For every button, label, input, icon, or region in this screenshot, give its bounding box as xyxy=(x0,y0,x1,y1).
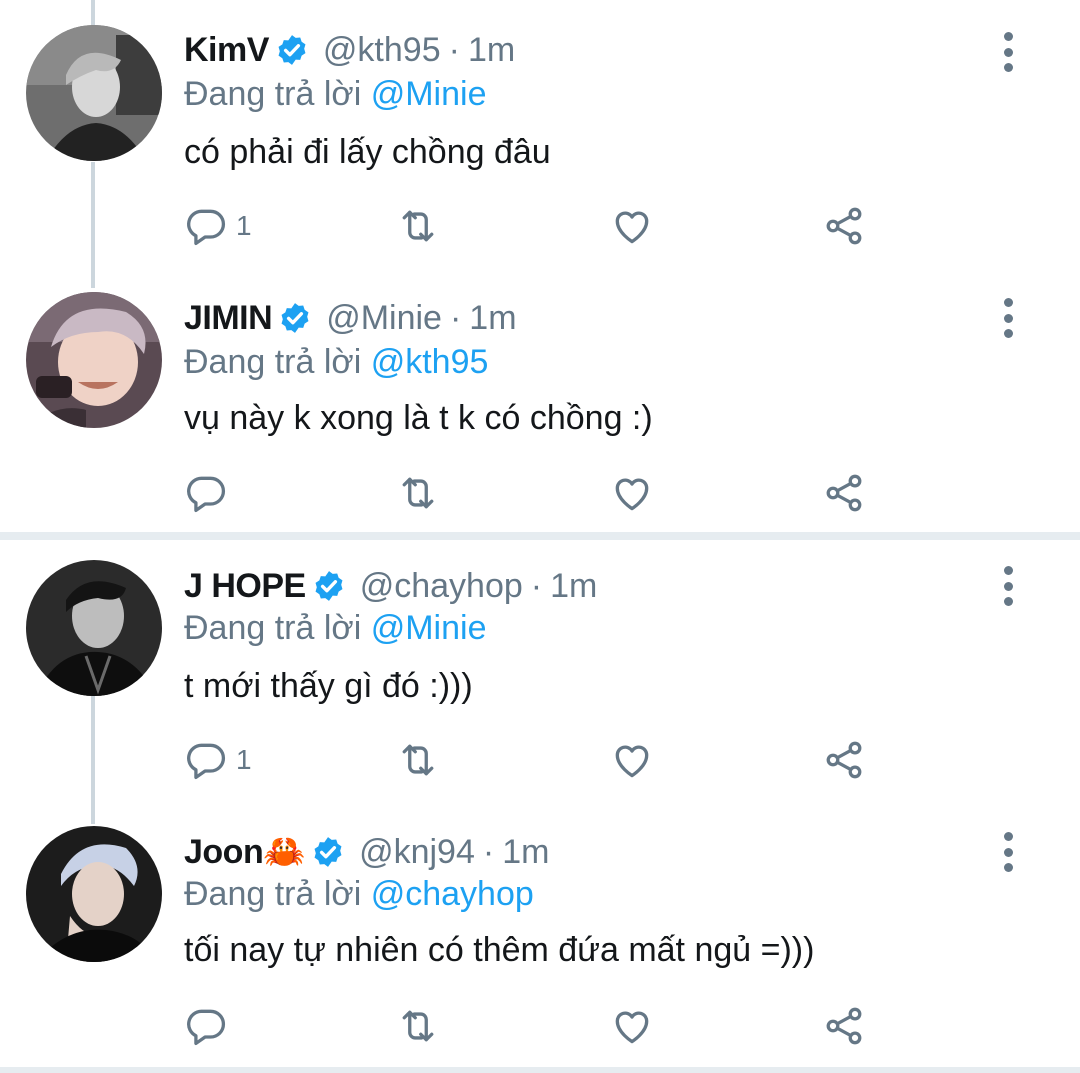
tweet-actions xyxy=(184,469,884,517)
reply-mention-link[interactable]: @kth95 xyxy=(371,343,489,381)
separator-dot: · xyxy=(530,566,543,605)
verified-badge-icon xyxy=(312,569,346,603)
timestamp[interactable]: 1m xyxy=(550,567,597,606)
thread-divider xyxy=(0,532,1080,540)
more-options-icon[interactable] xyxy=(996,32,1020,72)
like-button[interactable] xyxy=(610,736,654,784)
timestamp[interactable]: 1m xyxy=(469,299,516,338)
share-icon xyxy=(822,1004,866,1048)
tweet-actions: 1 xyxy=(184,736,884,784)
display-name[interactable]: J HOPE xyxy=(184,567,306,606)
tweet-kimv[interactable]: KimV @kth95 · 1m Đang trả lời @Minie có … xyxy=(0,0,1080,270)
replying-to: Đang trả lời @Minie xyxy=(184,609,486,648)
tweet-text: vụ này k xong là t k có chồng :) xyxy=(184,399,653,437)
reply-count: 1 xyxy=(236,210,252,241)
tweet-jhope[interactable]: J HOPE @chayhop · 1m Đang trả lời @Minie… xyxy=(0,540,1080,802)
reply-mention-link[interactable]: @Minie xyxy=(371,609,487,647)
replying-to-label: Đang trả lời xyxy=(184,875,362,913)
like-button[interactable] xyxy=(610,202,654,250)
replying-to: Đang trả lời @kth95 xyxy=(184,343,488,382)
reply-count: 1 xyxy=(236,744,252,775)
tweet-jimin[interactable]: JIMIN @Minie · 1m Đang trả lời @kth95 vụ… xyxy=(0,270,1080,532)
display-name[interactable]: KimV xyxy=(184,31,269,70)
thread-divider xyxy=(0,1067,1080,1073)
user-handle[interactable]: @chayhop xyxy=(360,567,523,606)
retweet-button[interactable] xyxy=(396,736,440,784)
reply-icon xyxy=(184,738,228,782)
separator-dot: · xyxy=(448,30,460,69)
replying-to: Đang trả lời @Minie xyxy=(184,75,486,114)
tweet-joon[interactable]: Joon🦀 @knj94 · 1m Đang trả lời @chayhop … xyxy=(0,802,1080,1065)
retweet-button[interactable] xyxy=(396,1002,440,1050)
more-options-icon[interactable] xyxy=(996,566,1020,606)
retweet-icon xyxy=(396,471,440,515)
verified-badge-icon xyxy=(311,835,345,869)
more-options-icon[interactable] xyxy=(996,832,1020,872)
share-button[interactable] xyxy=(822,1002,866,1050)
share-button[interactable] xyxy=(822,736,866,784)
tweet-header: J HOPE @chayhop · 1m xyxy=(184,564,597,608)
avatar[interactable] xyxy=(26,292,162,428)
more-options-icon[interactable] xyxy=(996,298,1020,338)
display-name[interactable]: Joon🦀 xyxy=(184,832,306,872)
retweet-button[interactable] xyxy=(396,202,440,250)
verified-badge-icon xyxy=(275,33,309,67)
display-name[interactable]: JIMIN xyxy=(184,299,273,338)
share-icon xyxy=(822,471,866,515)
reply-mention-link[interactable]: @chayhop xyxy=(371,875,534,913)
reply-button[interactable] xyxy=(184,469,236,517)
retweet-button[interactable] xyxy=(396,469,440,517)
timestamp[interactable]: 1m xyxy=(468,31,515,70)
reply-button[interactable] xyxy=(184,1002,236,1050)
tweet-text: t mới thấy gì đó :))) xyxy=(184,667,473,705)
like-icon xyxy=(610,1004,654,1048)
share-button[interactable] xyxy=(822,469,866,517)
replying-to-label: Đang trả lời xyxy=(184,343,362,381)
tweet-header: KimV @kth95 · 1m xyxy=(184,28,515,72)
like-icon xyxy=(610,738,654,782)
like-button[interactable] xyxy=(610,469,654,517)
user-handle[interactable]: @kth95 xyxy=(323,31,441,70)
reply-button[interactable]: 1 xyxy=(184,202,252,250)
separator-dot: · xyxy=(449,298,462,337)
reply-mention-link[interactable]: @Minie xyxy=(371,75,487,113)
reply-button[interactable]: 1 xyxy=(184,736,252,784)
user-handle[interactable]: @knj94 xyxy=(359,833,475,872)
replying-to-label: Đang trả lời xyxy=(184,609,362,647)
reply-icon xyxy=(184,1004,228,1048)
share-icon xyxy=(822,738,866,782)
share-icon xyxy=(822,204,866,248)
tweet-header: JIMIN @Minie · 1m xyxy=(184,296,517,340)
tweet-text: tối nay tự nhiên có thêm đứa mất ngủ =))… xyxy=(184,931,815,969)
share-button[interactable] xyxy=(822,202,866,250)
avatar[interactable] xyxy=(26,826,162,962)
retweet-icon xyxy=(396,1004,440,1048)
tweet-thread: KimV @kth95 · 1m Đang trả lời @Minie có … xyxy=(0,0,1080,1073)
retweet-icon xyxy=(396,204,440,248)
avatar[interactable] xyxy=(26,560,162,696)
tweet-actions xyxy=(184,1002,884,1050)
like-icon xyxy=(610,471,654,515)
tweet-text: có phải đi lấy chồng đâu xyxy=(184,133,551,171)
timestamp[interactable]: 1m xyxy=(502,833,549,872)
verified-badge-icon xyxy=(278,301,312,335)
tweet-actions: 1 xyxy=(184,202,884,250)
like-button[interactable] xyxy=(610,1002,654,1050)
user-handle[interactable]: @Minie xyxy=(326,299,442,338)
reply-icon xyxy=(184,471,228,515)
avatar[interactable] xyxy=(26,25,162,161)
reply-icon xyxy=(184,204,228,248)
separator-dot: · xyxy=(482,832,495,871)
like-icon xyxy=(610,204,654,248)
replying-to-label: Đang trả lời xyxy=(184,75,362,113)
replying-to: Đang trả lời @chayhop xyxy=(184,875,534,914)
tweet-header: Joon🦀 @knj94 · 1m xyxy=(184,830,549,874)
retweet-icon xyxy=(396,738,440,782)
